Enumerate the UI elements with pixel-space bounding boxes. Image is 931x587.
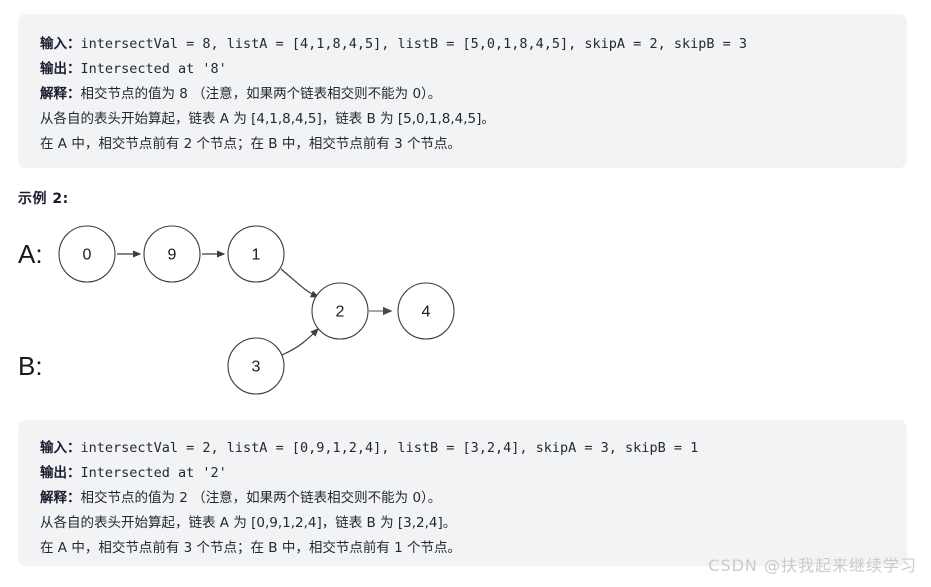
node-9: 9: [143, 225, 201, 283]
node-0-value: 0: [83, 247, 92, 264]
node-3: 3: [227, 337, 285, 395]
explanation-label: 解释：: [40, 86, 81, 102]
input-label: 输入：: [40, 440, 81, 456]
example-1-line-output: 输出：Intersected at '8': [40, 57, 885, 82]
explanation-detail-2: 在 A 中，相交节点前有 2 个节点；在 B 中，相交节点前有 3 个节点。: [40, 136, 462, 152]
edge-3-to-2: [281, 328, 319, 356]
explanation-detail-1: 从各自的表头开始算起，链表 A 为 [4,1,8,4,5]，链表 B 为 [5,…: [40, 111, 495, 127]
input-value: intersectVal = 8, listA = [4,1,8,4,5], l…: [80, 36, 747, 52]
edge-1-to-2: [280, 268, 320, 298]
example-2-description-panel: 输入：intersectVal = 2, listA = [0,9,1,2,4]…: [18, 420, 907, 566]
node-9-value: 9: [168, 247, 177, 264]
explanation-detail-2: 在 A 中，相交节点前有 3 个节点；在 B 中，相交节点前有 1 个节点。: [40, 540, 462, 556]
example-2-line-output: 输出：Intersected at '2': [40, 461, 885, 486]
explanation-value: 相交节点的值为 2 （注意，如果两个链表相交则不能为 0）。: [80, 490, 442, 506]
input-label: 输入：: [40, 36, 81, 52]
node-4: 4: [397, 282, 455, 340]
node-2-intersection: 2: [311, 282, 369, 340]
example-1-line-detail-2: 在 A 中，相交节点前有 2 个节点；在 B 中，相交节点前有 3 个节点。: [40, 132, 885, 157]
node-0: 0: [58, 225, 116, 283]
output-value: Intersected at '2': [80, 465, 227, 481]
output-label: 输出：: [40, 465, 81, 481]
node-4-value: 4: [422, 304, 431, 321]
node-1-value: 1: [252, 247, 261, 264]
node-1: 1: [227, 225, 285, 283]
example-1-line-explanation: 解释：相交节点的值为 8 （注意，如果两个链表相交则不能为 0）。: [40, 82, 885, 107]
explanation-value: 相交节点的值为 8 （注意，如果两个链表相交则不能为 0）。: [80, 86, 442, 102]
input-value: intersectVal = 2, listA = [0,9,1,2,4], l…: [80, 440, 699, 456]
example-1-line-detail-1: 从各自的表头开始算起，链表 A 为 [4,1,8,4,5]，链表 B 为 [5,…: [40, 107, 885, 132]
output-label: 输出：: [40, 61, 81, 77]
explanation-label: 解释：: [40, 490, 81, 506]
example-2-line-explanation: 解释：相交节点的值为 2 （注意，如果两个链表相交则不能为 0）。: [40, 486, 885, 511]
explanation-detail-1: 从各自的表头开始算起，链表 A 为 [0,9,1,2,4]，链表 B 为 [3,…: [40, 515, 457, 531]
output-value: Intersected at '8': [80, 61, 227, 77]
linked-list-intersection-diagram: A: B: 0 9 1 2 4 3: [0, 205, 500, 415]
example-2-line-input: 输入：intersectVal = 2, listA = [0,9,1,2,4]…: [40, 436, 885, 461]
example-1-line-input: 输入：intersectVal = 8, listA = [4,1,8,4,5]…: [40, 32, 885, 57]
node-3-value: 3: [252, 359, 261, 376]
list-label-a: A:: [18, 239, 43, 269]
example-1-description-panel: 输入：intersectVal = 8, listA = [4,1,8,4,5]…: [18, 14, 907, 168]
csdn-watermark: CSDN @扶我起来继续学习: [708, 556, 917, 575]
node-2-value: 2: [336, 304, 345, 321]
list-label-b: B:: [18, 351, 43, 381]
example-2-line-detail-1: 从各自的表头开始算起，链表 A 为 [0,9,1,2,4]，链表 B 为 [3,…: [40, 511, 885, 536]
